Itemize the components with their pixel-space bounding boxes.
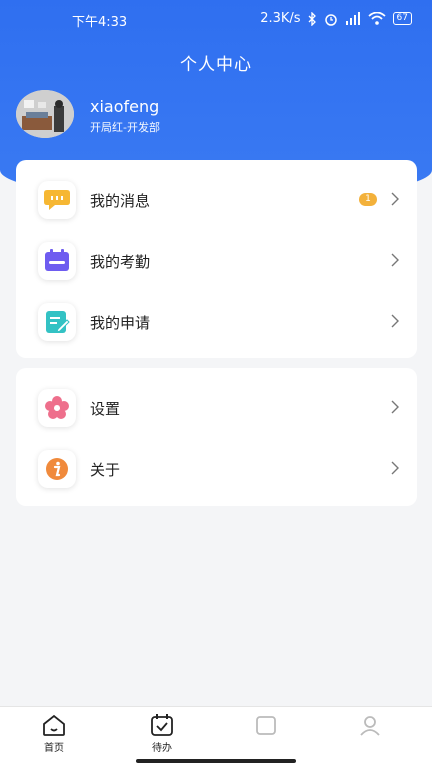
tab-fourth[interactable] — [340, 713, 400, 739]
menu-item-label: 关于 — [90, 461, 121, 479]
message-icon — [38, 181, 76, 219]
chevron-right-icon — [391, 192, 399, 206]
home-icon — [43, 714, 65, 736]
tab-icon — [360, 716, 380, 736]
todo-calendar-icon — [151, 714, 173, 736]
menu-item-label: 我的申请 — [90, 314, 151, 332]
menu-item-applications[interactable]: 我的申请 — [16, 291, 417, 351]
tab-label: 待办 — [152, 743, 172, 754]
home-indicator — [136, 759, 296, 763]
menu-item-label: 设置 — [90, 400, 121, 418]
menu-item-messages[interactable]: 我的消息 1 — [16, 169, 417, 229]
edit-document-icon — [38, 303, 76, 341]
signal-icon — [345, 12, 360, 25]
tab-todo[interactable]: 待办 — [132, 713, 192, 754]
chevron-right-icon — [391, 461, 399, 475]
status-right: 2.3K/s 67 — [260, 11, 412, 26]
menu-item-settings[interactable]: 设置 — [16, 377, 417, 437]
bluetooth-icon — [308, 11, 316, 26]
wifi-icon — [367, 12, 386, 25]
chevron-right-icon — [391, 253, 399, 267]
avatar-image-icon — [16, 90, 74, 138]
status-time: 下午4:33 — [72, 15, 128, 30]
menu-item-label: 我的消息 — [90, 192, 151, 210]
menu-item-about[interactable]: 关于 — [16, 438, 417, 498]
avatar[interactable] — [16, 90, 74, 138]
flower-settings-icon — [38, 389, 76, 427]
username: xiaofeng — [90, 97, 160, 116]
alarm-icon — [324, 13, 337, 26]
tab-home[interactable]: 首页 — [24, 713, 84, 754]
menu-card-secondary: 设置 关于 — [16, 368, 417, 506]
menu-card-primary: 我的消息 1 我的考勤 我的申请 — [16, 160, 417, 358]
department: 开局红-开发部 — [90, 121, 160, 134]
tab-third[interactable] — [236, 713, 296, 739]
menu-item-label: 我的考勤 — [90, 253, 151, 271]
menu-item-attendance[interactable]: 我的考勤 — [16, 230, 417, 290]
battery-icon: 67 — [392, 12, 412, 25]
chevron-right-icon — [391, 400, 399, 414]
status-bar: 下午4:33 2.3K/s 67 — [0, 0, 432, 38]
tab-label: 首页 — [44, 743, 64, 754]
chevron-right-icon — [391, 314, 399, 328]
network-speed: 2.3K/s — [260, 11, 301, 26]
unread-badge: 1 — [359, 193, 377, 206]
tab-icon — [256, 716, 276, 735]
page-title: 个人中心 — [180, 55, 252, 75]
info-icon — [38, 450, 76, 488]
calendar-icon — [38, 242, 76, 280]
